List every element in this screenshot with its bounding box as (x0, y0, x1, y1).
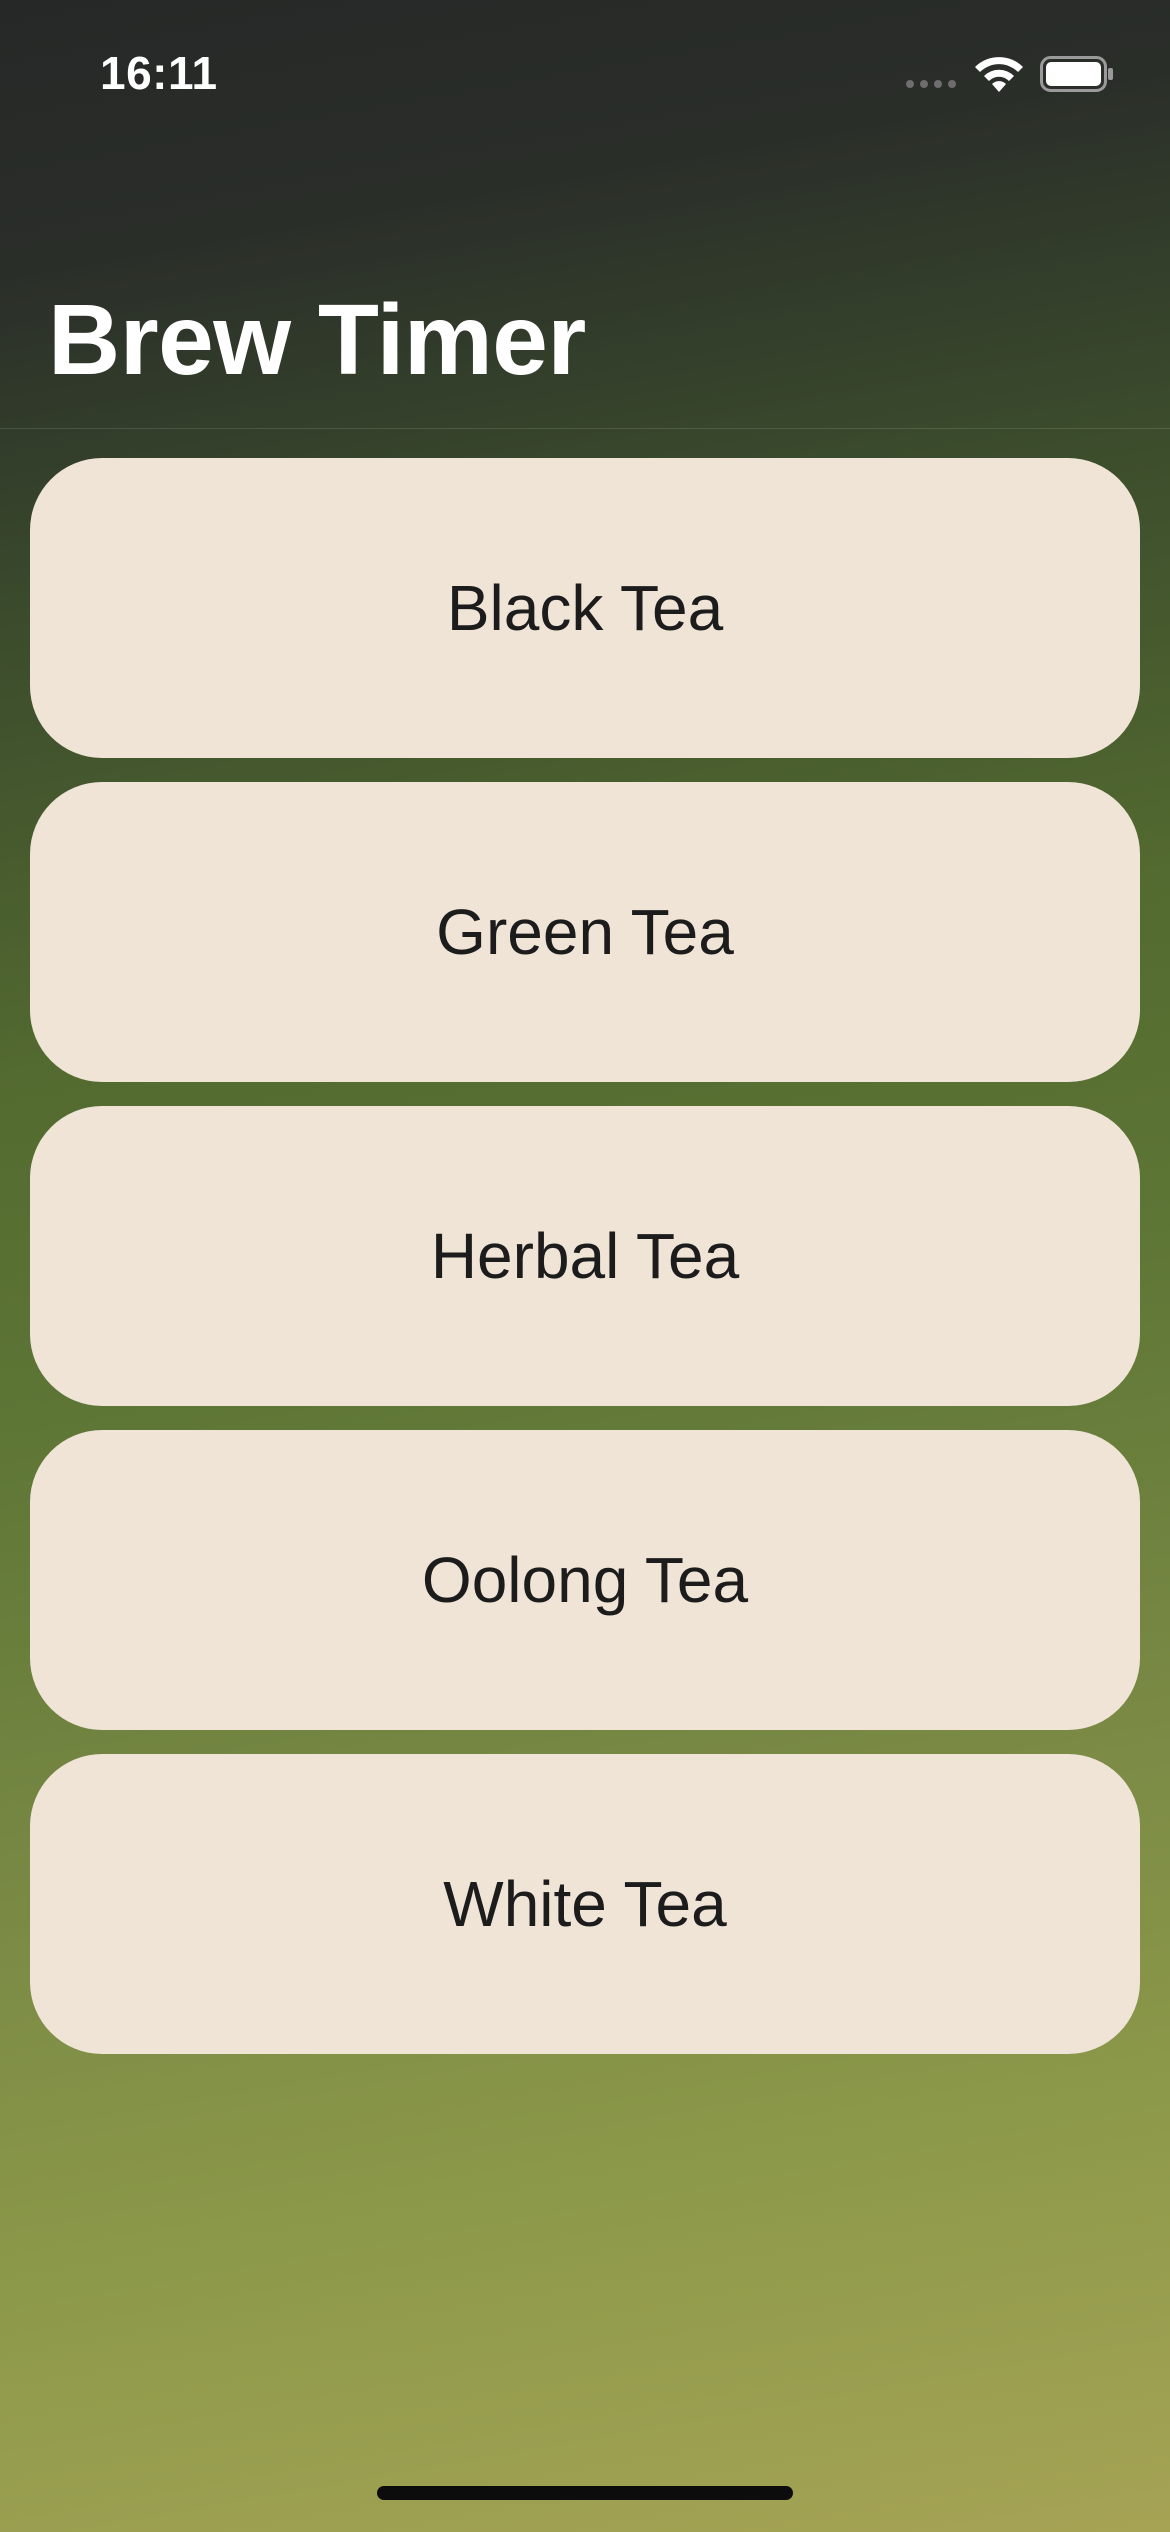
home-indicator[interactable] (377, 2486, 793, 2500)
navigation-header: Brew Timer (0, 150, 1170, 429)
wifi-icon (975, 57, 1023, 92)
battery-icon (1040, 56, 1113, 92)
tea-button-green[interactable]: Green Tea (30, 782, 1140, 1082)
tea-list: Black Tea Green Tea Herbal Tea Oolong Te… (30, 458, 1140, 2078)
cellular-signal-icon (906, 80, 956, 88)
tea-button-label: White Tea (443, 1868, 727, 1940)
status-bar: 16:11 (0, 0, 1170, 150)
page-title: Brew Timer (48, 284, 586, 396)
tea-button-label: Oolong Tea (421, 1544, 749, 1616)
tea-button-white[interactable]: White Tea (30, 1754, 1140, 2054)
tea-button-label: Black Tea (446, 572, 724, 644)
tea-button-label: Herbal Tea (430, 1220, 740, 1292)
tea-button-label: Green Tea (436, 896, 734, 968)
status-time: 16:11 (100, 47, 218, 99)
tea-button-black[interactable]: Black Tea (30, 458, 1140, 758)
tea-button-oolong[interactable]: Oolong Tea (30, 1430, 1140, 1730)
tea-button-herbal[interactable]: Herbal Tea (30, 1106, 1140, 1406)
